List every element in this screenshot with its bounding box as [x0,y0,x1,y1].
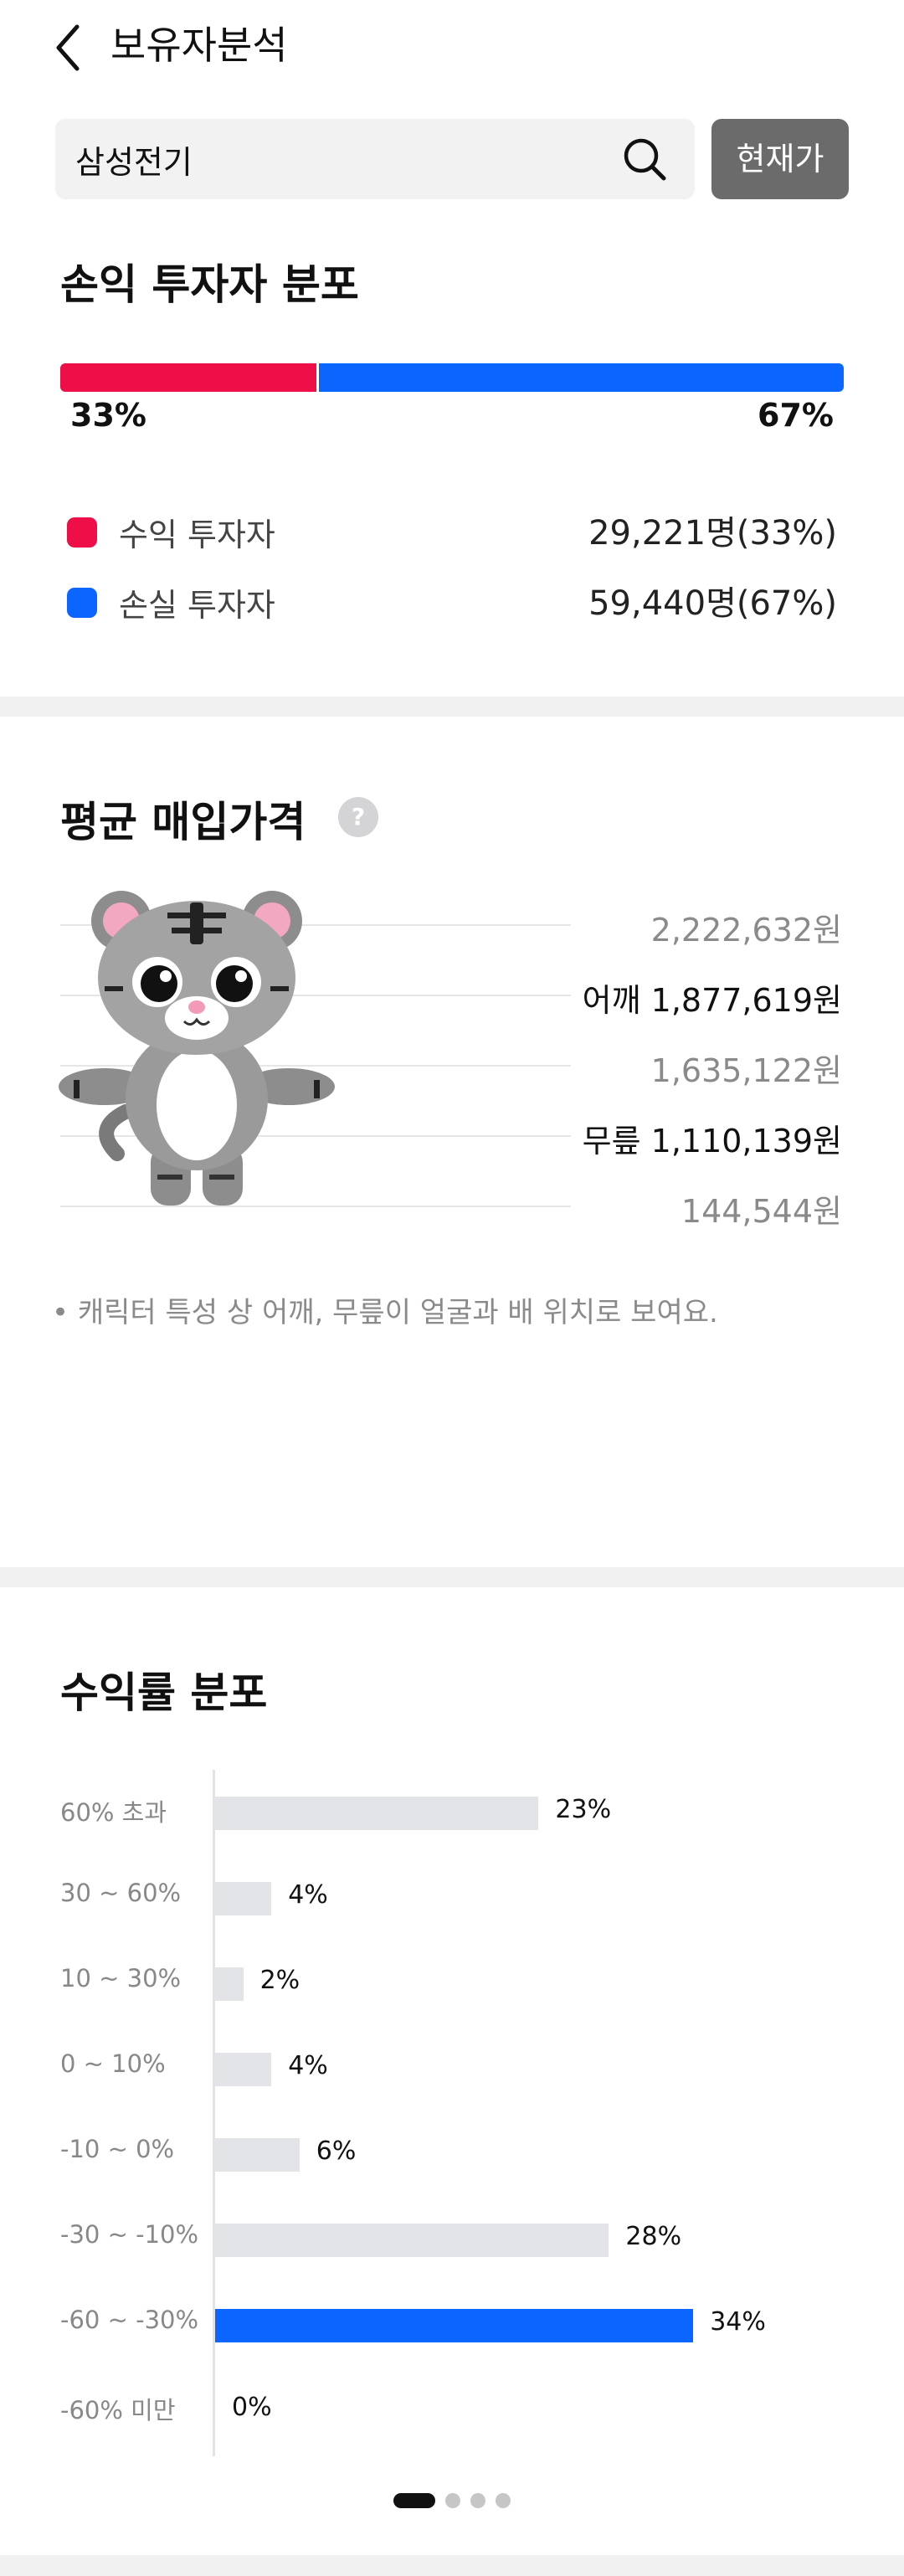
header: 보유자분석 [0,0,904,92]
price-level-top: 2,222,632원 [650,912,842,949]
return-bar [215,1797,539,1830]
return-value-label: 23% [555,1795,612,1824]
return-bar [215,2224,609,2257]
return-bar [215,1967,244,2001]
search-icon[interactable] [621,136,668,183]
category-label: 60% 초과 [60,1798,167,1827]
category-label: -10 ~ 0% [60,2135,175,2163]
page-dot[interactable] [496,2493,511,2508]
return-value-label: 4% [288,2051,328,2080]
page-dot[interactable] [445,2493,460,2508]
price-level-bottom: 144,544원 [681,1193,842,1230]
chevron-left-icon[interactable] [52,18,85,77]
legend-label: 수익 투자자 [119,517,275,553]
legend-loss: 손실 투자자 59,440명(67%) [67,576,837,624]
search-box[interactable] [55,119,695,199]
return-bar [215,1882,272,1915]
legend-profit: 수익 투자자 29,221명(33%) [67,506,837,553]
category-label: -30 ~ -10% [60,2220,199,2249]
return-value-label: 0% [232,2393,272,2422]
page-title: 보유자분석 [110,23,288,68]
legend-value: 59,440명(67%) [588,584,837,623]
profit-percent: 33% [70,397,146,434]
return-bar [215,2309,694,2342]
current-price-button[interactable]: 현재가 [711,119,849,199]
loss-color-swatch [67,588,97,618]
page-dot-active[interactable] [393,2493,435,2508]
legend-value: 29,221명(33%) [588,514,837,553]
price-level-average: 1,635,122원 [650,1052,842,1089]
category-label: 30 ~ 60% [60,1879,182,1907]
help-icon[interactable]: ? [338,797,378,837]
return-value-label: 28% [625,2222,682,2251]
section-divider [0,1567,904,1587]
return-value-label: 4% [288,1880,328,1910]
loss-segment [318,363,844,392]
return-distribution-title: 수익률 분포 [60,1668,268,1717]
return-bar [215,2138,300,2172]
return-value-label: 34% [710,2307,766,2337]
return-value-label: 2% [259,1966,300,1995]
avg-price-title: 평균 매입가격 [60,798,306,846]
profit-segment [60,363,319,392]
chart-axis [213,1770,215,2456]
profit-loss-bar [60,363,844,392]
category-label: -60 ~ -30% [60,2306,199,2334]
search-input[interactable] [75,119,619,199]
return-value-label: 6% [316,2136,357,2166]
tiger-character-icon [59,891,335,1206]
section-divider [0,2555,904,2576]
avg-price-note: • 캐릭터 특성 상 어깨, 무릎이 얼굴과 배 위치로 보여요. [52,1296,718,1329]
legend-label: 손실 투자자 [119,587,275,624]
page-dot[interactable] [470,2493,485,2508]
return-bar [215,2053,272,2086]
section-divider [0,697,904,717]
category-label: 0 ~ 10% [60,2049,166,2078]
category-label: -60% 미만 [60,2396,176,2424]
loss-percent: 67% [758,397,834,434]
price-level-knee: 무릎 1,110,139원 [582,1123,842,1159]
category-label: 10 ~ 30% [60,1964,182,1992]
profit-color-swatch [67,517,97,548]
profit-distribution-title: 손익 투자자 분포 [60,260,359,309]
price-level-shoulder: 어깨 1,877,619원 [582,982,842,1019]
